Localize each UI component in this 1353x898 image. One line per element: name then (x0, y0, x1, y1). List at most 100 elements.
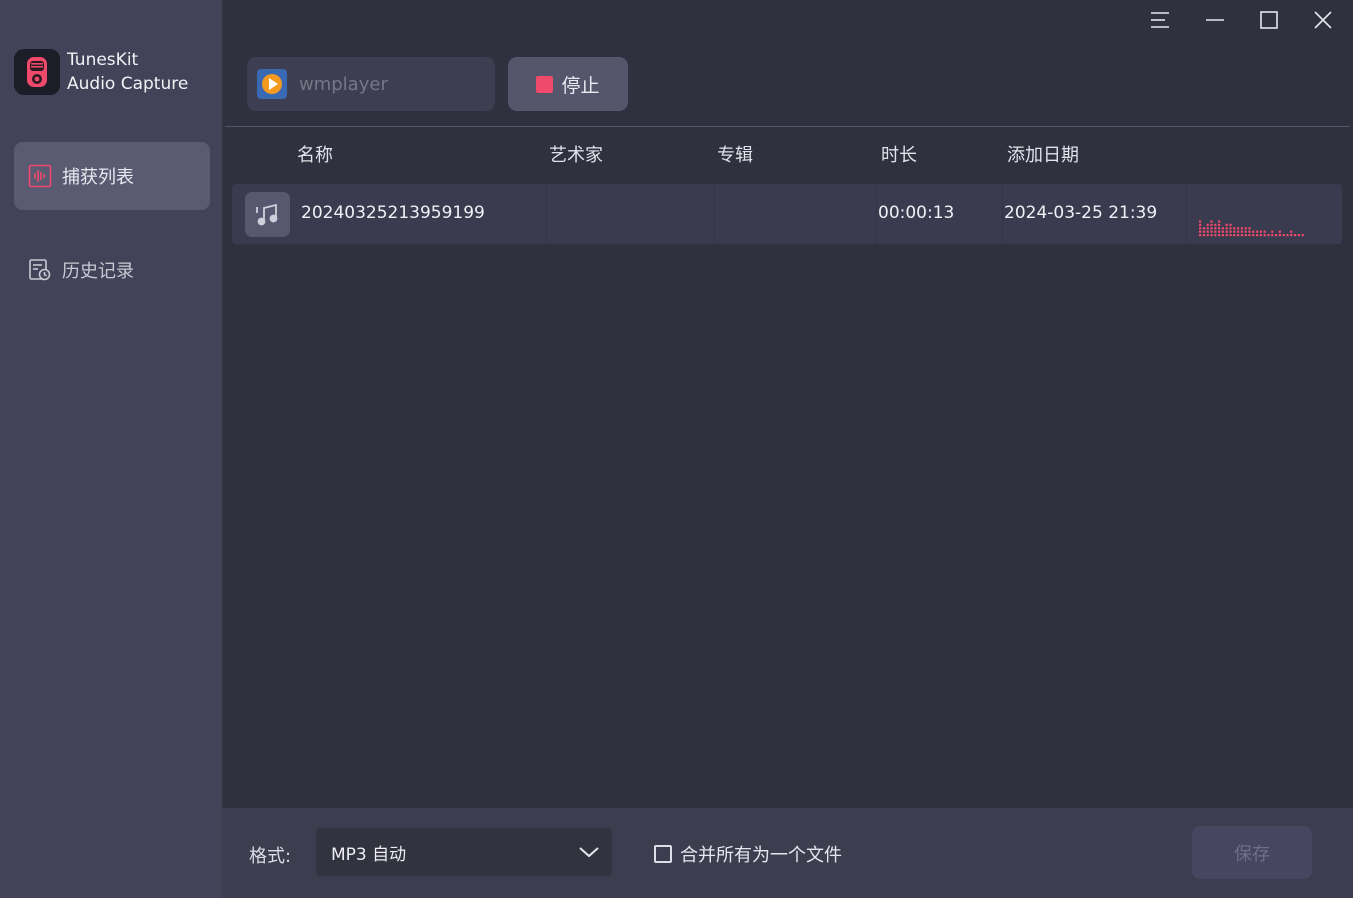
app-title: TunesKit Audio Capture (67, 48, 188, 96)
column-header-album[interactable]: 专辑 (717, 141, 753, 167)
audio-level-dot (1240, 234, 1243, 237)
audio-level-dot (1199, 234, 1202, 237)
audio-level-dot (1233, 230, 1236, 233)
audio-level-dot (1282, 234, 1285, 237)
audio-level-dot (1206, 234, 1209, 237)
audio-level-dot (1214, 230, 1217, 233)
audio-level-dot (1244, 227, 1247, 230)
audio-source-name: wmplayer (299, 73, 388, 95)
stop-button-label: 停止 (561, 74, 600, 97)
audio-level-dot (1210, 223, 1213, 226)
audio-level-dot (1248, 230, 1251, 233)
audio-level-dot (1202, 234, 1205, 237)
sidebar-item-capture-list[interactable]: 捕获列表 (14, 142, 210, 210)
cell-divider (1002, 184, 1003, 244)
audio-level-dot (1202, 230, 1205, 233)
audio-level-dot (1199, 227, 1202, 230)
audio-level-dot (1294, 234, 1297, 237)
menu-button[interactable] (1133, 0, 1187, 40)
audio-level-dot (1218, 230, 1221, 233)
app-brand: TunesKit Audio Capture (14, 48, 188, 96)
cell-divider (546, 184, 547, 244)
audio-level-icon (1199, 220, 1304, 237)
audio-level-dot (1278, 230, 1281, 233)
audio-level-dot (1206, 223, 1209, 226)
audio-level-dot (1233, 227, 1236, 230)
audio-level-dot (1275, 234, 1278, 237)
audio-level-dot (1206, 230, 1209, 233)
maximize-button[interactable] (1242, 0, 1296, 40)
cell-divider (876, 184, 877, 244)
format-select[interactable]: MP3 自动 (316, 828, 612, 876)
audio-level-dot (1206, 227, 1209, 230)
audio-level-dot (1214, 223, 1217, 226)
audio-level-dot (1290, 234, 1293, 237)
audio-level-dot (1237, 234, 1240, 237)
maximize-icon (1260, 11, 1278, 29)
close-button[interactable] (1296, 0, 1350, 40)
audio-level-dot (1229, 227, 1232, 230)
sidebar-item-history[interactable]: 历史记录 (14, 236, 210, 304)
menu-icon (1151, 12, 1169, 28)
audio-level-dot (1259, 230, 1262, 233)
stop-button[interactable]: 停止 (508, 57, 628, 111)
row-date-added: 2024-03-25 21:39 (1004, 203, 1158, 223)
audio-level-dot (1221, 234, 1224, 237)
audio-level-dot (1214, 227, 1217, 230)
save-button[interactable]: 保存 (1192, 826, 1312, 879)
audio-level-dot (1244, 234, 1247, 237)
footer-bar: 格式: MP3 自动 合并所有为一个文件 保存 (222, 808, 1353, 898)
audio-level-dot (1248, 227, 1251, 230)
app-title-line2: Audio Capture (67, 74, 189, 94)
audio-level-dot (1225, 230, 1228, 233)
column-header-artist[interactable]: 艺术家 (549, 141, 603, 167)
audio-level-dot (1248, 234, 1251, 237)
audio-level-dot (1259, 234, 1262, 237)
audio-level-dot (1256, 230, 1259, 233)
audio-level-dot (1218, 223, 1221, 226)
merge-files-checkbox[interactable] (654, 845, 672, 863)
audio-level-dot (1221, 227, 1224, 230)
audio-level-dot (1237, 230, 1240, 233)
audio-level-dot (1263, 234, 1266, 237)
minimize-icon (1206, 19, 1224, 21)
audio-level-dot (1271, 234, 1274, 237)
audio-level-dot (1210, 220, 1213, 223)
cell-divider (714, 184, 715, 244)
row-duration: 00:00:13 (878, 203, 955, 223)
audio-level-dot (1199, 230, 1202, 233)
table-row[interactable]: 20240325213959199 00:00:13 2024-03-25 21… (232, 184, 1342, 244)
audio-level-dot (1267, 234, 1270, 237)
audio-level-dot (1199, 220, 1202, 223)
media-player-icon (257, 69, 287, 99)
audio-level-dot (1237, 227, 1240, 230)
audio-level-dot (1218, 220, 1221, 223)
column-header-name[interactable]: 名称 (297, 141, 333, 167)
audio-level-dot (1271, 230, 1274, 233)
sidebar: TunesKit Audio Capture 捕获列表 历史记录 (0, 0, 222, 898)
audio-level-dot (1240, 230, 1243, 233)
audio-level-dot (1263, 230, 1266, 233)
audio-level-dot (1214, 234, 1217, 237)
audio-level-dot (1229, 230, 1232, 233)
minimize-button[interactable] (1188, 0, 1242, 40)
merge-files-option[interactable]: 合并所有为一个文件 (654, 841, 842, 867)
audio-level-dot (1252, 230, 1255, 233)
audio-level-dot (1233, 234, 1236, 237)
audio-level-dot (1210, 230, 1213, 233)
history-icon (28, 258, 52, 282)
toolbar-divider (225, 126, 1350, 127)
column-header-duration[interactable]: 时长 (881, 141, 917, 167)
audio-level-dot (1210, 234, 1213, 237)
chevron-down-icon (579, 847, 599, 858)
sidebar-item-label: 历史记录 (62, 261, 134, 282)
cell-divider (1186, 184, 1187, 244)
audio-level-dot (1252, 234, 1255, 237)
audio-source-selector[interactable]: wmplayer (247, 57, 495, 111)
row-name: 20240325213959199 (301, 203, 485, 223)
close-icon (1314, 11, 1332, 29)
column-header-date-added[interactable]: 添加日期 (1007, 141, 1079, 167)
waveform-icon (28, 164, 52, 188)
audio-level-dot (1256, 234, 1259, 237)
audio-level-dot (1221, 230, 1224, 233)
